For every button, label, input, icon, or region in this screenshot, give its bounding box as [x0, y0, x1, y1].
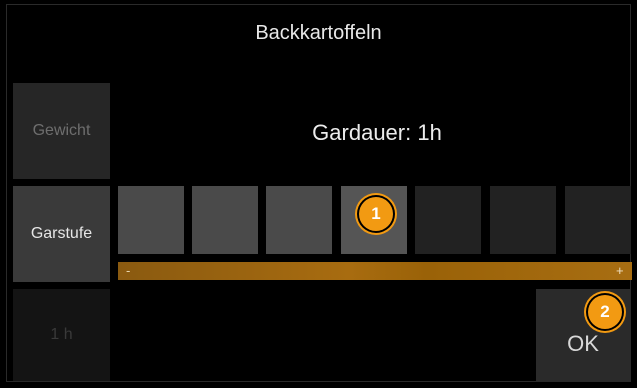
level-cell-2[interactable]: [192, 186, 258, 254]
level-cell-1[interactable]: [118, 186, 184, 254]
program-title: Backkartoffeln: [255, 22, 382, 44]
callout-marker-2: 2: [588, 295, 622, 329]
level-cell-5[interactable]: [415, 186, 481, 254]
cooking-duration-label: Gardauer: 1h: [312, 120, 442, 145]
level-cell-6[interactable]: [490, 186, 556, 254]
weight-button[interactable]: Gewicht: [13, 83, 110, 179]
level-cell-7[interactable]: [565, 186, 631, 254]
level-slider-bar[interactable]: [118, 262, 632, 280]
callout-marker-1: 1: [359, 197, 393, 231]
slider-minus-label: -: [126, 263, 131, 278]
slider-plus-label: +: [616, 263, 624, 278]
oven-program-screen: Backkartoffeln Gewicht Garstufe 1 h Gard…: [0, 0, 637, 388]
time-button[interactable]: 1 h: [13, 289, 110, 381]
level-cell-3[interactable]: [266, 186, 332, 254]
cooking-level-button[interactable]: Garstufe: [13, 186, 110, 282]
